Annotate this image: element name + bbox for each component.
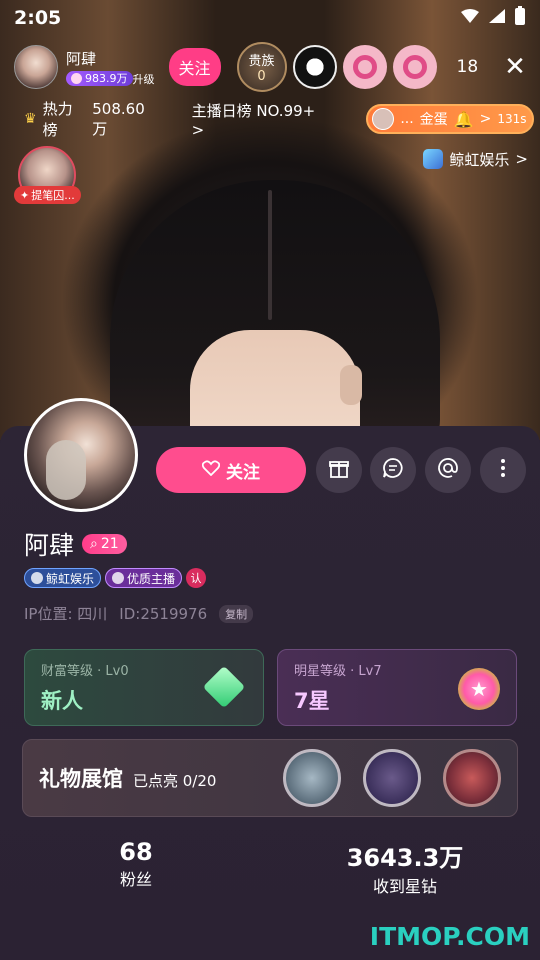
level-icon (71, 73, 82, 84)
gift-banner[interactable]: ... 金蛋 🔔 > 131s (366, 104, 534, 134)
gift-gallery-title: 礼物展馆 (39, 767, 123, 791)
profile-tags: 鲸虹娱乐 优质主播 认 (24, 568, 207, 588)
pk-star-icon: ✦ (20, 188, 30, 202)
more-vertical-icon (500, 458, 506, 482)
gift-icon (328, 457, 350, 483)
host-upgrade-label: 升级 (132, 72, 155, 86)
host-avatar[interactable] (14, 45, 58, 89)
copy-id-button[interactable]: 复制 (219, 604, 254, 623)
verified-badge[interactable]: 认 (186, 568, 207, 588)
gift-timer: 131s (497, 112, 527, 126)
viewer-count[interactable]: 18 (457, 57, 479, 77)
noble-count: 0 (257, 69, 266, 84)
signal-icon (488, 8, 506, 28)
at-sign-icon (437, 457, 459, 483)
diamonds-stat[interactable]: 3643.3万 收到星钻 (330, 838, 480, 897)
top-bar: 阿肆 983.9万 升级 关注 贵族 0 18 ✕ (14, 42, 534, 92)
host-level-value: 983.9万 (85, 72, 128, 85)
gift-button[interactable] (316, 447, 362, 493)
battery-icon (514, 6, 526, 30)
heart-icon (201, 459, 221, 481)
quality-tag-label: 优质主播 (127, 571, 176, 586)
diamonds-label: 收到星钻 (372, 877, 437, 896)
user-id: ID:2519976 (119, 604, 208, 623)
video-hair-part (268, 190, 272, 320)
pk-label[interactable]: ✦ 提笔囚... (14, 186, 81, 204)
daily-rank-label: 主播日榜 (191, 101, 252, 120)
host-info: 阿肆 983.9万 升级 (66, 48, 155, 87)
gift-orbs (283, 749, 501, 807)
guild-link-label: 鲸虹娱乐 (449, 150, 510, 169)
fans-club-badge[interactable]: ⌕ 21 (82, 534, 127, 554)
guild-tag[interactable]: 鲸虹娱乐 (24, 568, 102, 588)
video-streamer-ear (340, 365, 362, 405)
chat-bubble-icon (382, 457, 404, 483)
fans-label: 粉丝 (119, 870, 152, 889)
guild-tag-label: 鲸虹娱乐 (46, 571, 95, 586)
status-bar: 2:05 (0, 0, 540, 36)
pk-label-text: 提笔囚... (31, 189, 75, 202)
avatar-cat-figure (46, 440, 86, 500)
follow-host-button[interactable]: 关注 (168, 48, 221, 86)
search-small-icon: ⌕ (90, 536, 98, 552)
viewer-avatar-2[interactable] (342, 45, 387, 89)
guild-logo-icon (423, 149, 444, 169)
crown-icon: ♛ (24, 111, 37, 127)
viewer-logo-icon (352, 55, 377, 79)
guild-logo-icon (31, 572, 43, 584)
host-info-pill[interactable]: 阿肆 983.9万 升级 (14, 45, 155, 89)
site-watermark: ITMOP.COM (369, 922, 530, 951)
gift-text: 金蛋 (419, 112, 448, 128)
fans-count: 68 (119, 838, 153, 866)
host-name: 阿肆 (66, 49, 97, 68)
host-level-chip: 983.9万 (66, 71, 133, 86)
gift-orb-1-icon (283, 749, 341, 807)
hot-rank-value: 508.60万 (92, 99, 145, 138)
gift-orb-3-icon (443, 749, 501, 807)
status-time: 2:05 (14, 7, 62, 29)
fans-stat[interactable]: 68 粉丝 (96, 838, 176, 890)
gift-gallery-progress: 已点亮 0/20 (133, 771, 217, 790)
close-icon[interactable]: ✕ (504, 52, 526, 82)
guild-link[interactable]: 鲸虹娱乐 > (423, 146, 528, 172)
noble-label: 贵族 (248, 54, 275, 69)
chevron-right-icon: > (191, 120, 205, 139)
gift-orb-2-icon (363, 749, 421, 807)
follow-button[interactable]: 关注 (156, 447, 306, 493)
wifi-icon (460, 8, 480, 28)
star-level-card[interactable]: 明星等级 · Lv7 7星 ★ (277, 649, 517, 726)
chevron-right-icon: > (515, 150, 528, 168)
profile-meta: IP位置: 四川 ID:2519976 复制 (24, 603, 254, 624)
more-button[interactable] (480, 447, 526, 493)
diamonds-count: 3643.3万 (346, 844, 464, 872)
daily-rank-value: NO.99+ (256, 101, 316, 120)
video-streamer-face (190, 330, 360, 440)
gift-prefix: ... (400, 111, 414, 127)
daily-rank[interactable]: 主播日榜 NO.99+ > (192, 100, 333, 139)
follow-button-label: 关注 (226, 462, 260, 483)
quality-badge-icon (112, 572, 125, 584)
viewer-avatar-1[interactable] (292, 45, 337, 89)
fans-club-level: 21 (100, 536, 119, 552)
message-button[interactable] (370, 447, 416, 493)
profile-name-row: 阿肆 ⌕ 21 (24, 526, 127, 562)
gift-sender-avatar (372, 108, 395, 130)
profile-name: 阿肆 (24, 531, 75, 560)
chevron-right-icon: > (479, 111, 492, 127)
gift-gallery-card[interactable]: 礼物展馆 已点亮 0/20 (22, 739, 518, 817)
quality-streamer-tag[interactable]: 优质主播 (105, 568, 183, 588)
star-medal-icon: ★ (458, 668, 500, 710)
noble-badge[interactable]: 贵族 0 (236, 42, 287, 92)
rank-row: ♛ 热力榜 508.60万 主播日榜 NO.99+ > ... 金蛋 🔔 > 1… (24, 100, 534, 139)
hot-rank[interactable]: ♛ 热力榜 508.60万 (24, 98, 160, 140)
golden-egg-icon: 🔔 (453, 109, 474, 129)
status-icons (460, 6, 526, 30)
hot-rank-label: 热力榜 (42, 100, 73, 139)
host-level: 983.9万 升级 (66, 71, 155, 87)
mention-button[interactable] (425, 447, 471, 493)
wealth-level-card[interactable]: 财富等级 · Lv0 新人 (24, 649, 264, 726)
viewer-logo-icon (402, 55, 427, 79)
ip-location: IP位置: 四川 (24, 605, 108, 623)
viewer-avatar-3[interactable] (392, 45, 437, 89)
